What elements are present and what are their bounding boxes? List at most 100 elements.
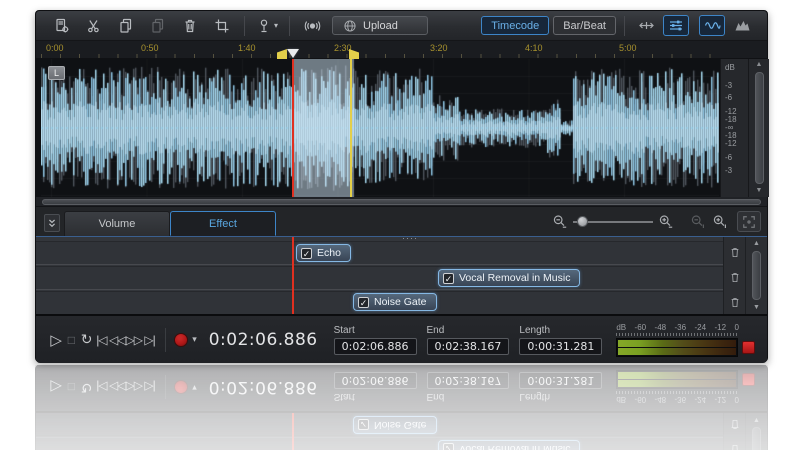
timecode-toggle-button[interactable]: Timecode	[481, 16, 549, 35]
ruler-label: 3:20	[430, 43, 448, 53]
scroll-up-icon[interactable]: ▲	[753, 237, 760, 250]
voice-over-button[interactable]	[299, 15, 325, 37]
zoom-slider[interactable]	[573, 212, 653, 232]
transport-separator	[165, 328, 166, 352]
delete-effect-button[interactable]	[728, 294, 742, 310]
effect-lane-2[interactable]	[36, 266, 723, 290]
panel-drag-handle[interactable]: ····	[402, 233, 418, 243]
loop-button[interactable]: ↻	[79, 329, 94, 351]
db-scale-label: -6	[725, 93, 732, 102]
time-stretch-button[interactable]	[633, 15, 659, 36]
db-scale-label: -12	[725, 139, 737, 148]
db-scale-label: dB	[725, 63, 735, 72]
crop-icon	[214, 18, 230, 34]
mixer-panel-button[interactable]	[663, 15, 689, 36]
length-label: Length	[519, 325, 602, 336]
skip-end-icon: ▷|	[144, 333, 154, 347]
waveform-view-button[interactable]	[699, 15, 725, 36]
voice-waves-icon	[304, 18, 321, 34]
tab-effect[interactable]: Effect	[170, 211, 276, 236]
waveform-canvas[interactable]	[41, 59, 719, 197]
trim-button[interactable]	[209, 15, 235, 37]
scroll-down-icon[interactable]: ▼	[753, 301, 760, 314]
zoom-in-horizontal-button[interactable]	[655, 212, 677, 232]
waveform-panel[interactable]: L dB -3 -6 -12 -18 -∞ -18 -12 -6 -3 ▲ ▼	[36, 59, 767, 197]
ruler-label: 2:30	[334, 43, 352, 53]
fast-forward-button[interactable]: ▷▷	[125, 329, 141, 351]
zoom-out-vertical-button[interactable]	[687, 212, 709, 232]
checkbox-checked[interactable]: ✓	[358, 297, 369, 308]
end-label: End	[427, 325, 510, 336]
effect-lane-1[interactable]	[36, 241, 723, 265]
zoom-controls	[549, 211, 761, 232]
selection-start-line[interactable]	[292, 59, 294, 197]
sliders-icon	[668, 18, 684, 33]
file-settings-button[interactable]	[49, 15, 75, 37]
rewind-button[interactable]: ◁◁	[109, 329, 125, 351]
upload-button[interactable]: Upload	[332, 16, 428, 35]
meter-bars	[616, 338, 738, 357]
end-field: End 0:02:38.167	[427, 325, 510, 355]
tab-effect-label: Effect	[209, 218, 237, 230]
effect-chip-echo[interactable]: ✓ Echo	[296, 244, 351, 262]
start-field: Start 0:02:06.886	[334, 325, 417, 355]
scroll-up-icon[interactable]: ▲	[756, 59, 763, 71]
peak-reset-button[interactable]	[742, 341, 755, 354]
meter-bar-right	[618, 348, 736, 355]
selection-end-marker[interactable]	[349, 49, 359, 59]
record-caret-icon[interactable]: ▾	[192, 334, 197, 345]
double-chevron-down-icon	[46, 217, 58, 229]
lanes-vertical-scrollbar[interactable]: ▲ ▼	[745, 237, 767, 314]
zoom-out-horizontal-button[interactable]	[549, 212, 571, 232]
copy-button[interactable]	[113, 15, 139, 37]
trash-icon	[182, 18, 198, 34]
spectrum-view-button[interactable]	[729, 15, 755, 36]
selection-end-line[interactable]	[350, 59, 352, 197]
scrollbar-thumb[interactable]	[755, 72, 764, 184]
ruler-label: 0:50	[141, 43, 159, 53]
cut-button[interactable]	[81, 15, 107, 37]
delete-effect-button[interactable]	[728, 244, 742, 260]
delete-button[interactable]	[177, 15, 203, 37]
checkbox-checked[interactable]: ✓	[443, 273, 454, 284]
waveform-vertical-scrollbar[interactable]: ▲ ▼	[748, 59, 769, 197]
timeline-ruler[interactable]: 0:00 0:50 1:40 2:30 3:20 4:10 5:00	[36, 41, 767, 59]
stop-button[interactable]: □	[63, 329, 78, 351]
meter-label: 0	[734, 323, 738, 332]
collapse-panel-button[interactable]	[44, 214, 60, 232]
end-value[interactable]: 0:02:38.167	[427, 338, 510, 355]
waveform-horizontal-scrollbar[interactable]	[36, 197, 767, 207]
zoom-slider-handle[interactable]	[577, 216, 588, 227]
playhead-marker[interactable]	[287, 49, 299, 58]
playhead-line-lanes	[292, 237, 294, 314]
zoom-in-vertical-button[interactable]	[709, 212, 731, 232]
scrollbar-thumb[interactable]	[42, 199, 761, 205]
scroll-down-icon[interactable]: ▼	[756, 185, 763, 197]
length-value[interactable]: 0:00:31.281	[519, 338, 602, 355]
barbeat-toggle-button[interactable]: Bar/Beat	[553, 16, 616, 35]
play-button[interactable]: ▷	[48, 329, 63, 351]
meter-label: dB	[616, 323, 626, 332]
meter-scale: dB -60 -48 -36 -24 -12 0	[616, 323, 755, 332]
start-value[interactable]: 0:02:06.886	[334, 338, 417, 355]
main-toolbar: ▾ Upload Timecode Bar/Beat	[36, 11, 767, 41]
fit-to-window-button[interactable]	[737, 211, 761, 232]
upload-label: Upload	[363, 20, 398, 32]
checkbox-checked[interactable]: ✓	[301, 248, 312, 259]
toolbar-separator	[289, 16, 290, 36]
spectrum-icon	[734, 18, 751, 33]
tab-volume[interactable]: Volume	[64, 211, 170, 236]
marker-dropdown-button[interactable]: ▾	[254, 15, 280, 37]
selection-start-marker[interactable]	[277, 49, 287, 59]
effect-chip-noise-gate[interactable]: ✓ Noise Gate	[353, 293, 437, 311]
skip-start-button[interactable]: |◁	[94, 329, 109, 351]
paste-button[interactable]	[145, 15, 171, 37]
delete-effect-button[interactable]	[728, 269, 742, 285]
fit-corners-icon	[742, 215, 756, 229]
skip-end-button[interactable]: ▷|	[142, 329, 157, 351]
record-button[interactable]: ▾	[174, 333, 197, 347]
fast-forward-icon: ▷▷	[125, 333, 141, 347]
stretch-arrows-icon	[638, 18, 655, 33]
effect-chip-vocal-removal[interactable]: ✓ Vocal Removal in Music	[438, 269, 580, 287]
scrollbar-thumb[interactable]	[752, 251, 761, 300]
